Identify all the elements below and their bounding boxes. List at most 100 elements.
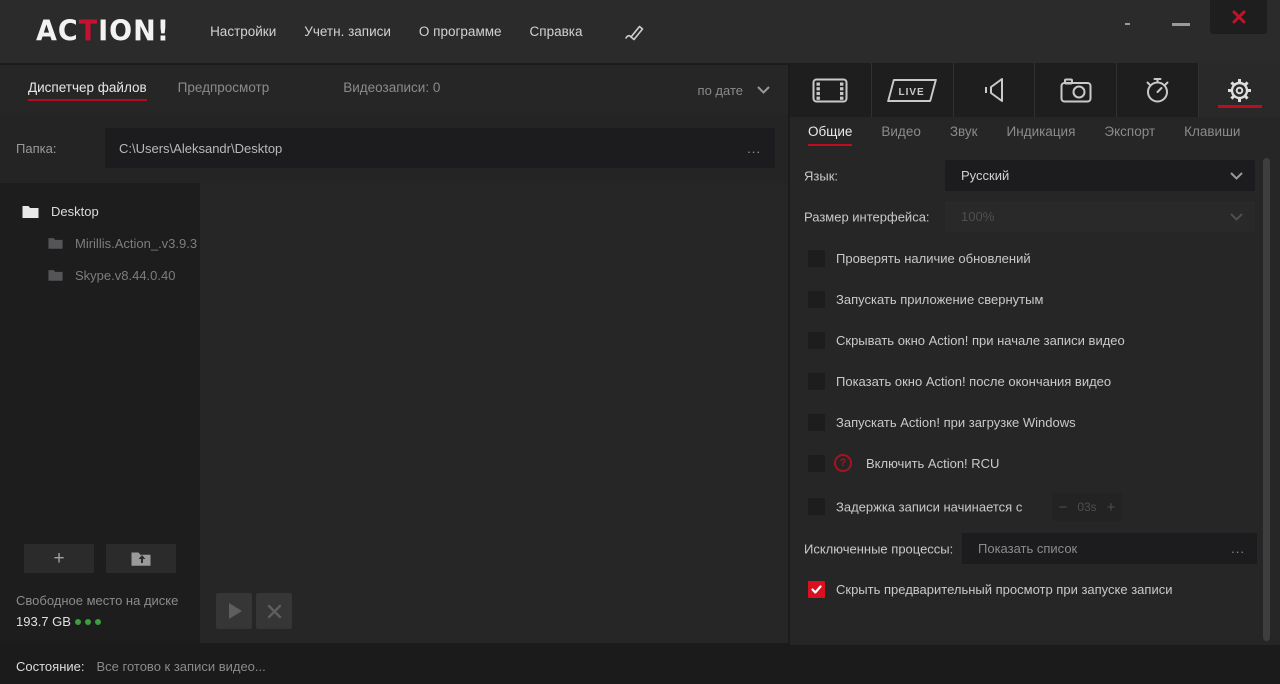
hide-on-record-checkbox[interactable] xyxy=(808,332,825,349)
disk-status-dot xyxy=(85,619,91,625)
settings-scrollbar[interactable] xyxy=(1263,158,1270,641)
start-minimized-row: Запускать приложение свернутым xyxy=(790,290,1280,308)
show-after-record-checkbox[interactable] xyxy=(808,373,825,390)
language-row: Язык: Русский xyxy=(790,160,1280,191)
folder-toolbar: Папка: C:\Users\Aleksandr\Desktop ... xyxy=(0,115,788,183)
settings-tabs: Общие Видео Звук Индикация Экспорт Клави… xyxy=(790,117,1280,153)
excluded-processes-label: Исключенные процессы: xyxy=(804,541,953,556)
speaker-icon xyxy=(983,77,1005,103)
file-manager-tabs: Диспетчер файлов Предпросмотр Видеозапис… xyxy=(0,65,788,115)
disk-status-dot xyxy=(75,619,81,625)
chevron-down-icon xyxy=(1230,213,1243,221)
delay-stepper: − 03s + xyxy=(1052,493,1122,521)
excluded-processes-more-button[interactable]: ... xyxy=(1231,541,1245,556)
tree-item-desktop[interactable]: Desktop xyxy=(0,195,200,227)
hide-preview-row: Скрыть предварительный просмотр при запу… xyxy=(790,580,1280,598)
disk-space-info: Свободное место на диске 193.7 GB xyxy=(16,593,178,629)
enable-rcu-label: Включить Action! RCU xyxy=(866,456,999,471)
gear-icon xyxy=(1226,77,1253,104)
delay-value: 03s xyxy=(1074,500,1100,514)
play-recording-button[interactable] xyxy=(216,593,252,629)
folder-tree: Desktop Mirillis.Action_.v3.9.3 Skype.v8… xyxy=(0,183,200,643)
record-delay-checkbox[interactable] xyxy=(808,498,825,515)
pen-signature-icon[interactable] xyxy=(624,22,646,42)
close-icon xyxy=(1232,10,1246,24)
tab-sound[interactable]: Звук xyxy=(950,124,978,146)
status-label: Состояние: xyxy=(16,659,84,674)
tree-item-label: Desktop xyxy=(51,204,99,219)
logo-accent-letter: T xyxy=(79,15,98,48)
menu-item-help[interactable]: Справка xyxy=(530,24,583,39)
live-label: LIVE xyxy=(899,87,925,98)
logo-text: AC xyxy=(36,15,79,48)
recordings-list-area xyxy=(200,183,788,643)
show-after-record-row: Показать окно Action! после окончания ви… xyxy=(790,372,1280,390)
window-controls xyxy=(1125,0,1280,46)
excluded-processes-field[interactable]: Показать список ... xyxy=(962,533,1257,564)
tab-general[interactable]: Общие xyxy=(808,124,852,146)
help-icon[interactable]: ? xyxy=(834,454,852,472)
minimize-button[interactable] xyxy=(1172,23,1190,26)
menu-item-accounts[interactable]: Учетн. записи xyxy=(304,24,391,39)
settings-panel: LIVE xyxy=(790,63,1280,645)
start-minimized-checkbox[interactable] xyxy=(808,291,825,308)
hide-on-record-label: Скрывать окно Action! при начале записи … xyxy=(836,333,1125,348)
folder-path-field[interactable]: C:\Users\Aleksandr\Desktop ... xyxy=(105,128,775,168)
play-icon xyxy=(229,603,242,619)
language-dropdown[interactable]: Русский xyxy=(945,160,1255,191)
disk-status-dot xyxy=(95,619,101,625)
logo-text-2: ION! xyxy=(98,15,170,48)
start-with-windows-checkbox[interactable] xyxy=(808,414,825,431)
tab-audio-recording[interactable] xyxy=(954,63,1036,117)
stepper-minus-button[interactable]: − xyxy=(1052,499,1074,516)
record-delay-label: Задержка записи начинается с xyxy=(836,500,1022,515)
tab-hud[interactable]: Индикация xyxy=(1007,124,1076,146)
stepper-plus-button[interactable]: + xyxy=(1100,499,1122,516)
status-message: Все готово к записи видео... xyxy=(96,659,265,674)
tray-minimize-button[interactable] xyxy=(1125,23,1130,25)
check-updates-row: Проверять наличие обновлений xyxy=(790,249,1280,267)
ui-size-label: Размер интерфейса: xyxy=(804,209,930,224)
language-value: Русский xyxy=(961,168,1230,183)
tree-item-skype[interactable]: Skype.v8.44.0.40 xyxy=(0,259,200,291)
check-updates-label: Проверять наличие обновлений xyxy=(836,251,1031,266)
tab-file-manager[interactable]: Диспетчер файлов xyxy=(28,80,147,101)
mode-tabs: LIVE xyxy=(790,63,1280,117)
tree-item-mirillis[interactable]: Mirillis.Action_.v3.9.3 xyxy=(0,227,200,259)
check-icon xyxy=(811,585,822,594)
menu-item-settings[interactable]: Настройки xyxy=(210,24,276,39)
close-button[interactable] xyxy=(1210,0,1267,34)
open-folder-button[interactable] xyxy=(106,544,176,573)
menu-item-about[interactable]: О программе xyxy=(419,24,502,39)
tab-settings[interactable] xyxy=(1199,63,1280,117)
hide-preview-label: Скрыть предварительный просмотр при запу… xyxy=(836,582,1172,597)
delete-recording-button[interactable] xyxy=(256,593,292,629)
hide-on-record-row: Скрывать окно Action! при начале записи … xyxy=(790,331,1280,349)
browse-folder-button[interactable]: ... xyxy=(747,141,761,156)
tab-video[interactable]: Видео xyxy=(881,124,920,146)
sort-dropdown[interactable]: по дате xyxy=(698,83,770,98)
disk-space-value: 193.7 GB xyxy=(16,614,71,629)
tab-preview[interactable]: Предпросмотр xyxy=(178,80,270,101)
hide-preview-checkbox[interactable] xyxy=(808,581,825,598)
start-with-windows-label: Запускать Action! при загрузке Windows xyxy=(836,415,1076,430)
tab-live-streaming[interactable]: LIVE xyxy=(872,63,954,117)
plus-icon: + xyxy=(53,548,64,570)
tab-export[interactable]: Экспорт xyxy=(1104,124,1155,146)
start-with-windows-row: Запускать Action! при загрузке Windows xyxy=(790,413,1280,431)
tab-hotkeys[interactable]: Клавиши xyxy=(1184,124,1240,146)
folder-icon xyxy=(48,269,63,281)
folder-label: Папка: xyxy=(16,141,56,156)
filmstrip-icon xyxy=(812,78,848,103)
add-folder-button[interactable]: + xyxy=(24,544,94,573)
record-delay-row: Задержка записи начинается с − 03s + xyxy=(790,493,1280,521)
disk-space-label: Свободное место на диске xyxy=(16,593,178,608)
excluded-processes-row: Исключенные процессы: Показать список ..… xyxy=(790,533,1280,564)
excluded-processes-value: Показать список xyxy=(978,541,1231,556)
tab-screenshot[interactable] xyxy=(1035,63,1117,117)
enable-rcu-checkbox[interactable] xyxy=(808,455,825,472)
tab-video-recording[interactable] xyxy=(790,63,872,117)
check-updates-checkbox[interactable] xyxy=(808,250,825,267)
tab-benchmark[interactable] xyxy=(1117,63,1199,117)
ui-size-dropdown: 100% xyxy=(945,201,1255,232)
